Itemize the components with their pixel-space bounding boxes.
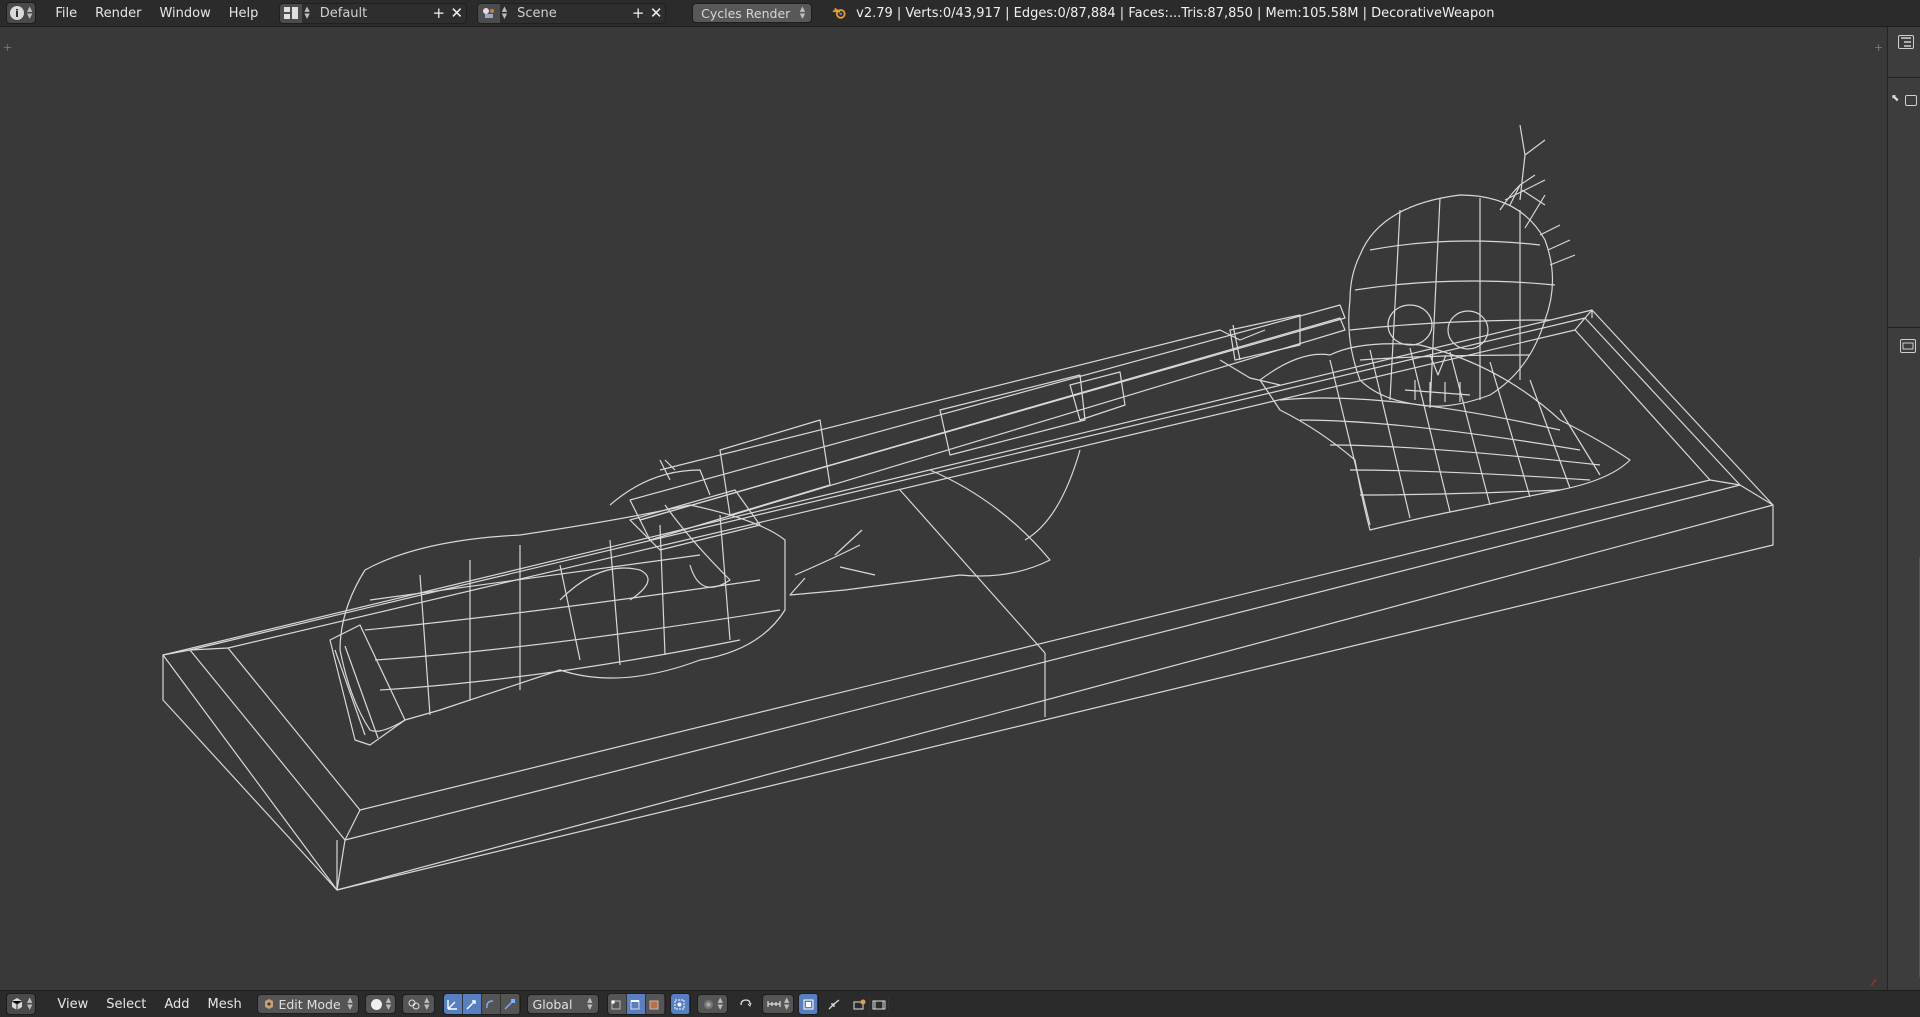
scene-selector[interactable]: ▲ ▼ Scene + ✕ — [476, 2, 667, 24]
snap-target[interactable] — [823, 994, 845, 1014]
wireframe-model — [162, 124, 1774, 891]
menu-select[interactable]: Select — [97, 997, 155, 1012]
add-scene-icon[interactable]: + — [629, 4, 647, 23]
updown-arrows-icon: ▲ ▼ — [717, 996, 723, 1011]
updown-arrows-icon: ▲ ▼ — [783, 996, 790, 1011]
delete-scene-icon[interactable]: ✕ — [647, 4, 665, 23]
vertex-select-icon[interactable] — [607, 994, 627, 1014]
editor-type-selector[interactable]: i ▲ ▼ — [6, 2, 37, 24]
info-icon: i — [10, 6, 24, 20]
render-properties-icon[interactable] — [1905, 95, 1917, 106]
updown-arrows-icon: ▲ ▼ — [347, 996, 353, 1011]
pivot-point-selector[interactable]: ▲ ▼ — [402, 994, 435, 1014]
updown-arrows-icon: ▲ ▼ — [27, 5, 33, 20]
select-mode-group — [606, 993, 666, 1015]
snap-target-icon — [828, 998, 840, 1009]
scene-icon[interactable] — [477, 3, 500, 23]
updown-arrows-icon: ▲ ▼ — [424, 996, 430, 1011]
menu-mesh[interactable]: Mesh — [199, 997, 251, 1012]
3d-view-header: ▲ ▼ View Select Add Mesh Edit Mode ▲ ▼ ▲ ▼ … — [0, 990, 1920, 1017]
proportional-edit-icon — [703, 999, 713, 1009]
transform-orientation-selector[interactable]: Global ▲ ▼ — [526, 994, 599, 1014]
menu-add[interactable]: Add — [155, 997, 198, 1012]
rotate-icon[interactable] — [481, 994, 501, 1014]
menu-view[interactable]: View — [48, 997, 97, 1012]
menu-file[interactable]: File — [46, 6, 86, 21]
3d-viewport[interactable]: + + ⁄⁄ — [0, 27, 1887, 990]
mode-label: Edit Mode — [278, 996, 341, 1012]
menu-window[interactable]: Window — [150, 6, 219, 21]
manipulator-toggle-icon[interactable] — [443, 994, 463, 1014]
render-tools-group — [851, 994, 890, 1014]
manipulator-group — [442, 993, 521, 1015]
shotgun-mesh — [329, 304, 1346, 746]
solid-sphere-icon — [370, 998, 382, 1010]
occlude-geometry-icon[interactable] — [670, 994, 690, 1014]
add-screen-icon[interactable]: + — [430, 4, 448, 23]
pillow-mesh — [1259, 343, 1631, 531]
screen-layout-icon[interactable] — [280, 3, 303, 23]
stats-text: v2.79 | Verts:0/43,917 | Edges:0/87,884 … — [856, 5, 1495, 21]
render-engine-label: Cycles Render — [701, 5, 791, 21]
snap-element-selector[interactable]: ▲ ▼ — [761, 994, 795, 1014]
proportional-edit-selector[interactable]: ▲ ▼ — [696, 994, 728, 1014]
right-editors-strip: ⬉ — [1887, 27, 1920, 990]
translate-icon[interactable] — [462, 994, 482, 1014]
render-engine-selector[interactable]: Cycles Render ▲ ▼ — [692, 3, 813, 23]
properties-editor-icon[interactable] — [1900, 339, 1916, 353]
face-select-icon[interactable] — [645, 994, 665, 1014]
updown-arrows-icon: ▲ ▼ — [799, 5, 806, 20]
menu-render[interactable]: Render — [86, 6, 150, 21]
mirror-toggle[interactable] — [734, 994, 756, 1014]
blender-logo-icon — [833, 7, 846, 19]
info-header: i ▲ ▼ File Render Window Help ▲ ▼ Default … — [0, 0, 1920, 27]
editor-type-selector[interactable]: ▲ ▼ — [6, 993, 37, 1015]
delete-screen-icon[interactable]: ✕ — [448, 4, 466, 23]
scene-statistics: v2.79 | Verts:0/43,917 | Edges:0/87,884 … — [832, 6, 1494, 21]
snap-group — [798, 993, 820, 1015]
transform-orientation-label: Global — [532, 996, 573, 1012]
pivot-icon — [408, 999, 420, 1009]
opengl-render-icon[interactable] — [851, 994, 871, 1014]
edge-select-icon[interactable] — [626, 994, 646, 1014]
cursor-icon[interactable]: ⬉ — [1891, 93, 1899, 104]
snap-toggle-icon[interactable] — [799, 994, 819, 1014]
divider — [1888, 327, 1920, 328]
screen-layout-selector[interactable]: ▲ ▼ Default + ✕ — [279, 2, 467, 24]
opengl-render-animation-icon[interactable] — [870, 994, 890, 1014]
updown-arrows-icon: ▲ ▼ — [27, 996, 33, 1011]
loop-icon — [740, 998, 752, 1007]
snap-element-icon — [767, 1000, 781, 1007]
divider — [1888, 77, 1920, 78]
scale-icon[interactable] — [500, 994, 520, 1014]
updown-arrows-icon: ▲ ▼ — [587, 996, 593, 1011]
mode-selector[interactable]: Edit Mode ▲ ▼ — [256, 994, 359, 1014]
menu-help[interactable]: Help — [220, 6, 268, 21]
view3d-icon — [11, 998, 23, 1010]
edit-mode-icon — [264, 999, 273, 1009]
viewport-shading-selector[interactable]: ▲ ▼ — [364, 994, 397, 1014]
occlude-group — [669, 993, 691, 1015]
screen-layout-name[interactable]: Default — [310, 6, 430, 21]
updown-arrows-icon: ▲ ▼ — [385, 996, 392, 1011]
outliner-icon[interactable] — [1898, 35, 1914, 49]
scene-name[interactable]: Scene — [507, 6, 629, 21]
